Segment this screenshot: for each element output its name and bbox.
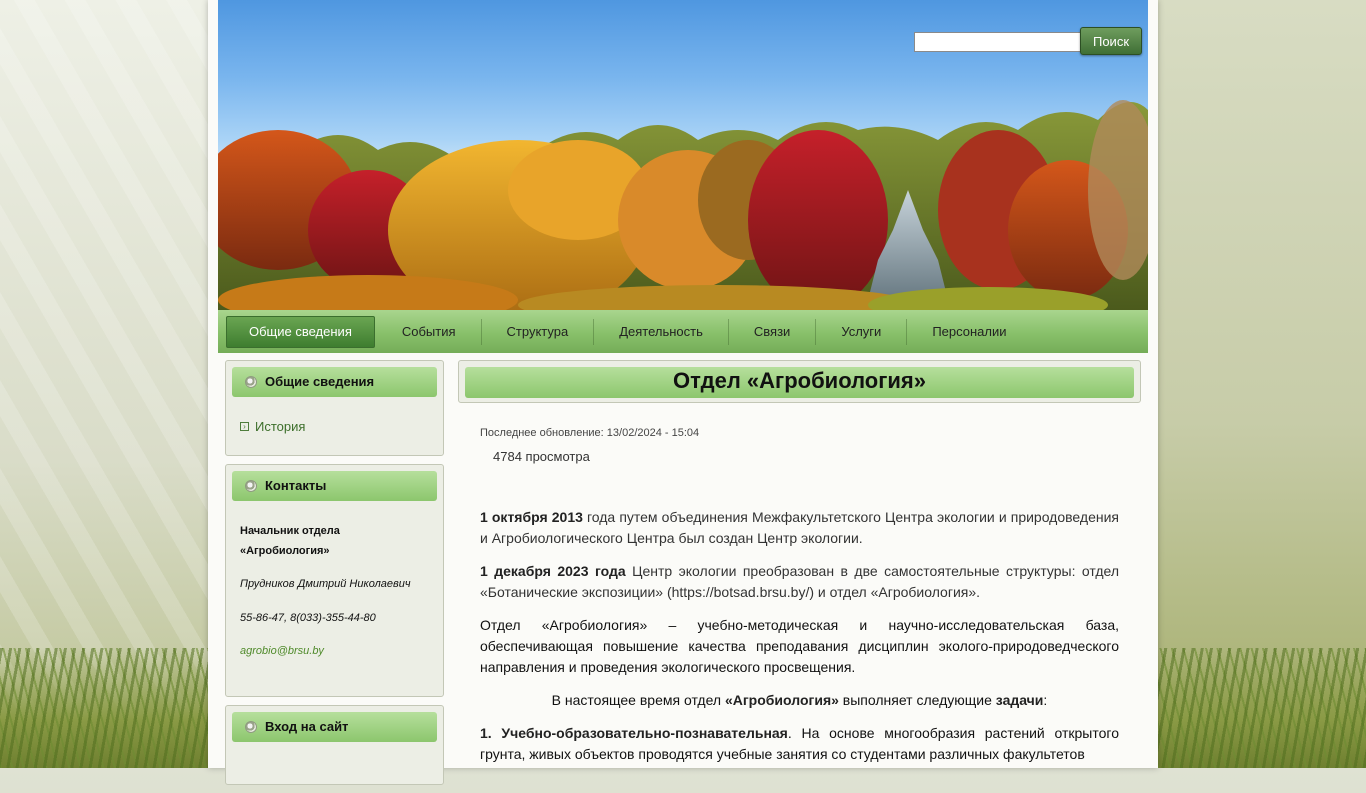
nav-item-structure[interactable]: Структура — [482, 318, 595, 345]
nav-item-events[interactable]: События — [377, 318, 482, 345]
sidebar-link-label: История — [255, 419, 306, 434]
nav-item-links[interactable]: Связи — [729, 318, 817, 345]
bullet-icon — [245, 376, 257, 388]
nav-item-general[interactable]: Общие сведения — [226, 315, 375, 348]
grass-decoration-left — [0, 648, 220, 768]
contacts-block: Контакты Начальник отдела «Агробиология»… — [225, 464, 444, 697]
contact-phones: 55-86-47, 8(033)-355-44-80 — [240, 612, 376, 624]
nav-item-activity[interactable]: Деятельность — [594, 318, 729, 345]
login-block: Вход на сайт — [225, 705, 444, 785]
block-title-text: Общие сведения — [265, 374, 375, 389]
contact-head-line1: Начальник отдела — [240, 525, 340, 537]
contact-email-link[interactable]: agrobio@brsu.by — [240, 645, 324, 657]
paragraph-3: Отдел «Агробиология» – учебно-методическ… — [480, 617, 1119, 675]
block-title: Общие сведения — [232, 367, 437, 397]
block-title: Контакты — [232, 471, 437, 501]
bullet-icon — [245, 480, 257, 492]
bullet-icon — [245, 721, 257, 733]
nav-item-persons[interactable]: Персоналии — [907, 319, 1031, 345]
view-count: 4784 просмотра — [493, 449, 590, 464]
contact-name: Прудников Дмитрий Николаевич — [240, 578, 411, 590]
article-body: Последнее обновление: 13/02/2024 - 15:04… — [458, 427, 1141, 765]
last-updated: Последнее обновление: 13/02/2024 - 15:04 — [480, 427, 700, 439]
grass-decoration-right — [1146, 648, 1366, 768]
search-button[interactable]: Поиск — [1080, 27, 1142, 55]
search-input[interactable] — [914, 32, 1086, 52]
block-title-text: Вход на сайт — [265, 719, 349, 734]
nav-item-services[interactable]: Услуги — [816, 318, 908, 345]
main-navigation: Общие сведения События Структура Деятель… — [218, 310, 1148, 353]
arrow-right-icon: › — [240, 422, 249, 431]
contact-info: Начальник отдела «Агробиология» Пруднико… — [232, 501, 437, 661]
page-title: Отдел «Агробиология» — [465, 367, 1134, 398]
title-box: Отдел «Агробиология» — [458, 360, 1141, 403]
main-content: Отдел «Агробиология» Последнее обновлени… — [458, 360, 1141, 777]
header-banner: Поиск — [218, 0, 1148, 310]
contact-head-line2: «Агробиология» — [240, 545, 330, 557]
paragraph-5: 1. Учебно-образовательно-познавательная.… — [480, 725, 1119, 762]
paragraph-2: 1 декабря 2023 года Центр экологии преоб… — [480, 563, 1120, 600]
general-info-block: Общие сведения › История — [225, 360, 444, 456]
paragraph-4: В настоящее время отдел «Агробиология» в… — [551, 692, 1048, 708]
page-container: Поиск Общие сведения События Структура Д… — [208, 0, 1158, 785]
block-title: Вход на сайт — [232, 712, 437, 742]
sidebar: Общие сведения › История Контакты Началь… — [225, 360, 444, 793]
block-title-text: Контакты — [265, 478, 327, 493]
sidebar-link-history[interactable]: › История — [240, 419, 437, 434]
paragraph-1: 1 октября 2013 года путем объединения Ме… — [480, 509, 1119, 546]
